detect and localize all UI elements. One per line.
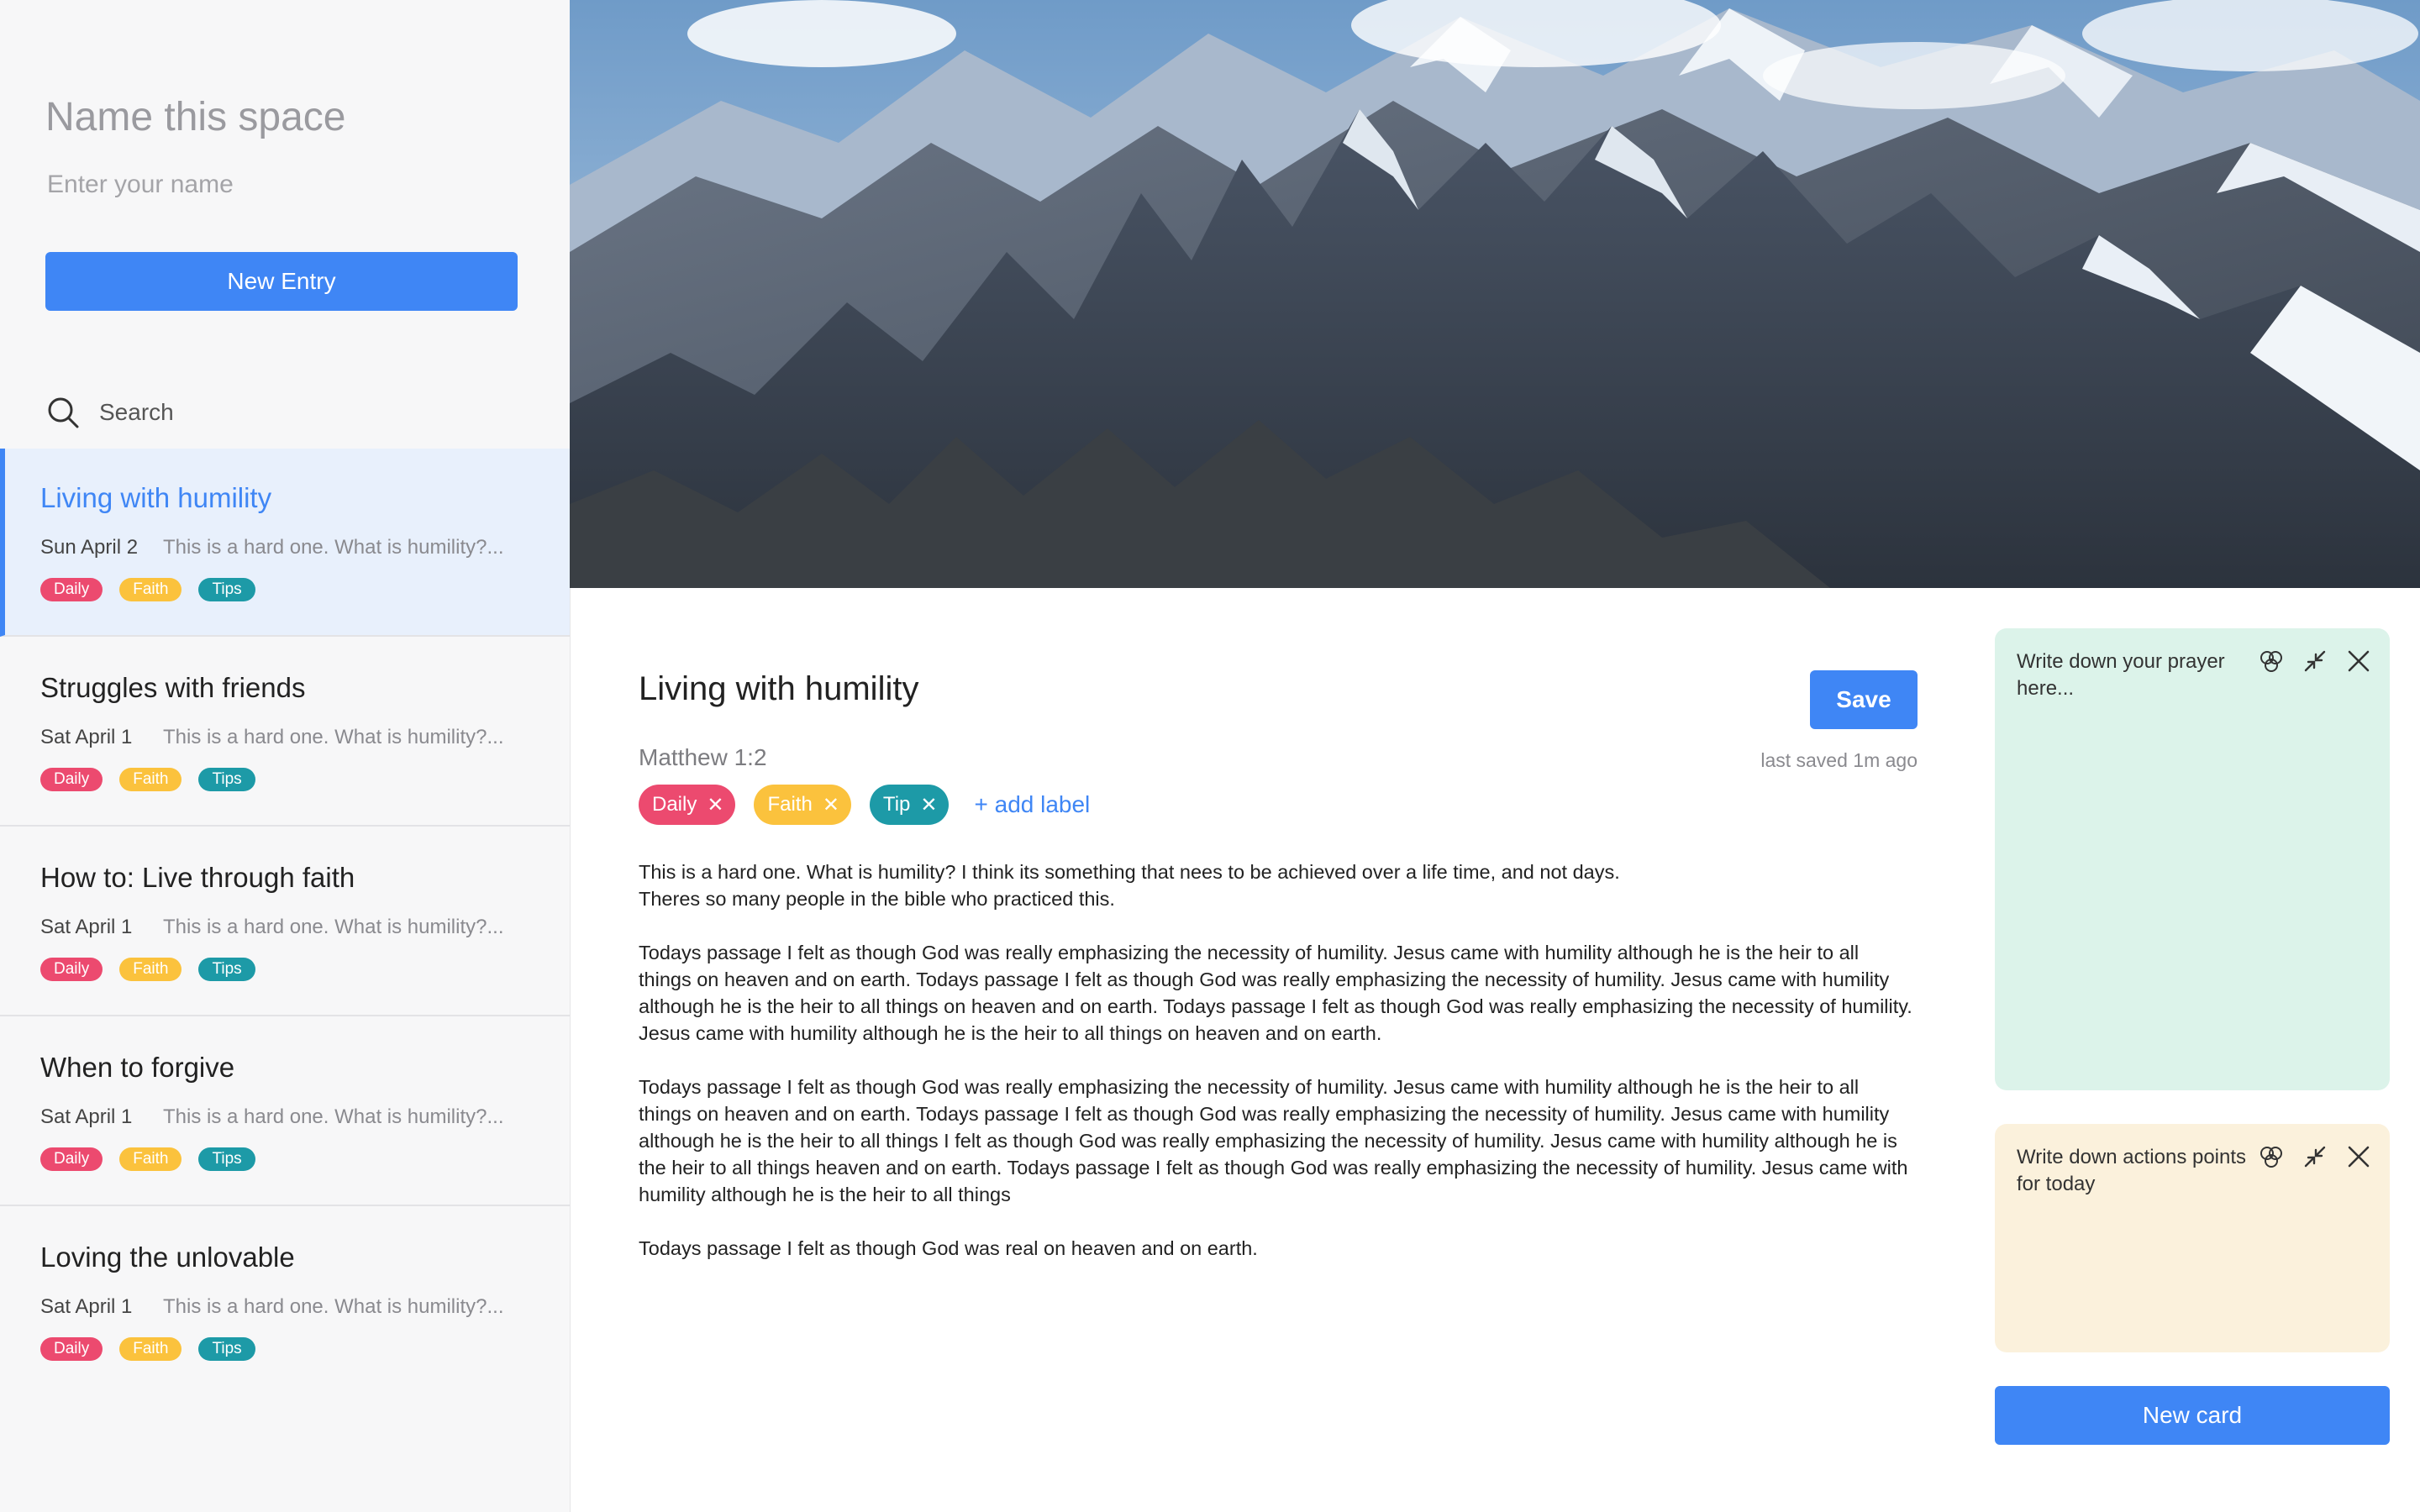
entry-title-heading[interactable]: Living with humility xyxy=(639,670,918,708)
entry-tags: Daily Faith Tips xyxy=(40,578,255,601)
tag-faith: Faith xyxy=(119,958,182,981)
palette-icon[interactable] xyxy=(2257,1142,2286,1171)
entry-item[interactable]: Living with humility Sun April 2 This is… xyxy=(0,449,570,637)
entry-item[interactable]: Struggles with friends Sat April 1 This … xyxy=(0,638,570,827)
label-list: Daily ✕ Faith ✕ Tip ✕ + add label xyxy=(639,785,1090,825)
tag-tips: Tips xyxy=(198,768,255,791)
close-icon[interactable] xyxy=(2344,1142,2373,1171)
prayer-card[interactable]: Write down your prayer here... xyxy=(1995,628,2390,1090)
search-bar[interactable]: Search xyxy=(45,391,516,433)
tag-daily: Daily xyxy=(40,768,103,791)
actions-card[interactable]: Write down actions points for today xyxy=(1995,1124,2390,1352)
label-daily[interactable]: Daily ✕ xyxy=(639,785,736,825)
remove-label-icon[interactable]: ✕ xyxy=(707,793,723,817)
tag-faith: Faith xyxy=(119,1337,182,1361)
entry-item[interactable]: Loving the unlovable Sat April 1 This is… xyxy=(0,1208,570,1396)
entry-tags: Daily Faith Tips xyxy=(40,1147,255,1171)
entry-date: Sat April 1 xyxy=(40,1105,133,1128)
card-text[interactable]: Write down your prayer here... xyxy=(2017,648,2260,702)
entry-item[interactable]: When to forgive Sat April 1 This is a ha… xyxy=(0,1018,570,1206)
entry-snippet: This is a hard one. What is humility?... xyxy=(163,1105,504,1128)
body-paragraph: Todays passage I felt as though God was … xyxy=(639,942,1912,1044)
tag-daily: Daily xyxy=(40,1337,103,1361)
label-text: Tip xyxy=(882,793,911,816)
close-icon[interactable] xyxy=(2344,647,2373,675)
entry-title: When to forgive xyxy=(40,1052,235,1083)
tag-faith: Faith xyxy=(119,578,182,601)
tag-daily: Daily xyxy=(40,1147,103,1171)
entry-snippet: This is a hard one. What is humility?... xyxy=(163,726,504,748)
name-input[interactable] xyxy=(45,165,519,205)
entry-date: Sat April 1 xyxy=(40,726,133,748)
search-icon xyxy=(48,397,79,428)
label-faith[interactable]: Faith ✕ xyxy=(754,785,851,825)
sidebar: Name this space New Entry Search Living … xyxy=(0,0,571,1512)
entry-tags: Daily Faith Tips xyxy=(40,768,255,791)
new-entry-button[interactable]: New Entry xyxy=(45,252,518,311)
card-toolbar xyxy=(2257,1142,2373,1171)
tag-faith: Faith xyxy=(119,1147,182,1171)
label-text: Faith xyxy=(767,793,813,816)
body-paragraph: Todays passage I felt as though God was … xyxy=(639,1076,1908,1205)
minimize-icon[interactable] xyxy=(2301,1142,2329,1171)
entry-title: Loving the unlovable xyxy=(40,1242,295,1273)
tag-daily: Daily xyxy=(40,578,103,601)
card-toolbar xyxy=(2257,647,2373,675)
entry-snippet: This is a hard one. What is humility?... xyxy=(163,1295,504,1318)
entry-title: How to: Live through faith xyxy=(40,862,355,893)
entry-body[interactable]: This is a hard one. What is humility? I … xyxy=(639,858,1916,1289)
entry-title: Living with humility xyxy=(40,482,272,513)
entry-date: Sat April 1 xyxy=(40,916,133,938)
remove-label-icon[interactable]: ✕ xyxy=(920,793,937,817)
tag-tips: Tips xyxy=(198,1147,255,1171)
palette-icon[interactable] xyxy=(2257,647,2286,675)
search-label: Search xyxy=(99,399,174,425)
space-title[interactable]: Name this space xyxy=(45,94,346,140)
tag-daily: Daily xyxy=(40,958,103,981)
remove-label-icon[interactable]: ✕ xyxy=(823,793,839,817)
tag-tips: Tips xyxy=(198,578,255,601)
entry-snippet: This is a hard one. What is humility?... xyxy=(163,916,504,938)
new-card-button[interactable]: New card xyxy=(1995,1386,2390,1445)
entry-date: Sun April 2 xyxy=(40,536,139,559)
verse-reference[interactable]: Matthew 1:2 xyxy=(639,744,767,771)
label-tip[interactable]: Tip ✕ xyxy=(869,785,950,825)
hero-image xyxy=(570,0,2420,588)
tag-tips: Tips xyxy=(198,958,255,981)
tag-tips: Tips xyxy=(198,1337,255,1361)
body-paragraph: This is a hard one. What is humility? I … xyxy=(639,861,1620,910)
minimize-icon[interactable] xyxy=(2301,647,2329,675)
add-label-button[interactable]: + add label xyxy=(974,791,1090,818)
last-saved-status: last saved 1m ago xyxy=(1760,749,1918,771)
entry-snippet: This is a hard one. What is humility?... xyxy=(163,536,504,559)
entry-item[interactable]: How to: Live through faith Sat April 1 T… xyxy=(0,828,570,1016)
label-text: Daily xyxy=(652,793,697,816)
card-text[interactable]: Write down actions points for today xyxy=(2017,1144,2260,1198)
entry-tags: Daily Faith Tips xyxy=(40,958,255,981)
body-paragraph: Todays passage I felt as though God was … xyxy=(639,1237,1258,1259)
entry-tags: Daily Faith Tips xyxy=(40,1337,255,1361)
tag-faith: Faith xyxy=(119,768,182,791)
entry-date: Sat April 1 xyxy=(40,1295,133,1318)
save-button[interactable]: Save xyxy=(1810,670,1918,729)
entry-title: Struggles with friends xyxy=(40,672,306,703)
